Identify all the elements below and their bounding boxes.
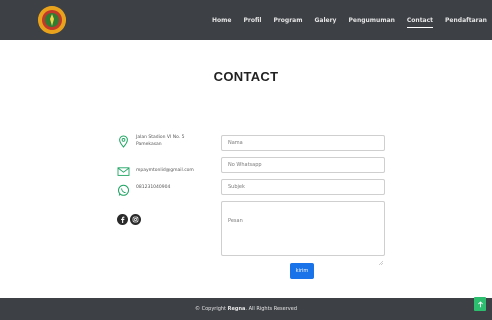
nav-menu: Home Profil Program Galery Pengumuman Co… xyxy=(212,0,492,40)
page-title: CONTACT xyxy=(213,69,279,84)
address-line-2: Pamekasan xyxy=(136,141,162,147)
footer: © Copyright Regna. All Rights Reserved xyxy=(0,298,492,320)
email-address[interactable]: mpaymtonlid@gmail.com xyxy=(136,168,194,175)
back-to-top-button[interactable] xyxy=(474,297,486,311)
arrow-up-icon xyxy=(477,300,483,307)
instagram-icon[interactable] xyxy=(130,214,141,225)
nav-item-profil[interactable]: Profil xyxy=(243,17,261,24)
nama-input[interactable]: Nama xyxy=(221,135,385,151)
nav-item-contact[interactable]: Contact xyxy=(406,17,434,28)
whatsapp-input[interactable]: No Whatsapp xyxy=(221,157,385,173)
address-line-1: Jalan Stadion VI No. 5 xyxy=(136,135,185,140)
whatsapp-placeholder: No Whatsapp xyxy=(228,162,262,168)
email-row: mpaymtonlid@gmail.com xyxy=(117,165,194,178)
pesan-textarea[interactable]: Pesan xyxy=(221,201,385,266)
subjek-input[interactable]: Subjek xyxy=(221,179,385,195)
map-pin-icon xyxy=(117,135,130,148)
nama-placeholder: Nama xyxy=(228,140,243,146)
whatsapp-icon xyxy=(117,184,130,197)
resize-grip-icon[interactable] xyxy=(378,250,384,266)
navbar: Home Profil Program Galery Pengumuman Co… xyxy=(0,0,492,40)
nav-item-program[interactable]: Program xyxy=(273,17,302,24)
nav-item-galery[interactable]: Galery xyxy=(315,17,337,24)
nav-item-home[interactable]: Home xyxy=(212,17,231,24)
social-links xyxy=(117,214,143,225)
facebook-icon[interactable] xyxy=(117,214,128,225)
brand-name: Regna xyxy=(227,306,246,312)
envelope-icon xyxy=(117,165,130,178)
phone-number[interactable]: 081231040904 xyxy=(136,185,170,192)
school-emblem-logo[interactable] xyxy=(38,6,66,34)
address-row: Jalan Stadion VI No. 5 Pamekasan xyxy=(117,135,185,148)
copyright-text: © Copyright Regna. All Rights Reserved xyxy=(195,306,297,312)
subjek-placeholder: Subjek xyxy=(228,184,245,190)
nav-item-pendaftaran[interactable]: Pendaftaran xyxy=(445,17,487,24)
nav-item-pengumuman[interactable]: Pengumuman xyxy=(348,17,394,24)
phone-row: 081231040904 xyxy=(117,184,170,197)
submit-button[interactable]: kirim xyxy=(290,263,314,279)
pesan-placeholder: Pesan xyxy=(228,218,243,224)
